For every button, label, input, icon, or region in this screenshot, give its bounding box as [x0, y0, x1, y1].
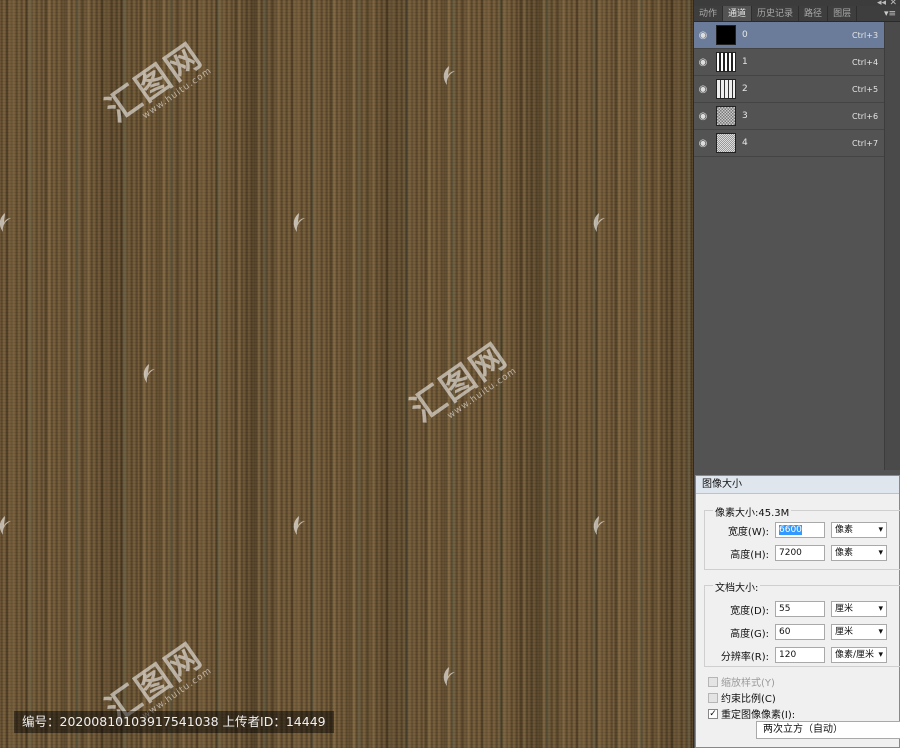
- document-size-group: 文档大小: 宽度(D): 55 厘米 高度(G): 60 厘米 分辨率(R): …: [704, 579, 900, 667]
- visibility-eye-icon[interactable]: ◉: [694, 111, 712, 122]
- tab-layers[interactable]: 图层: [828, 6, 858, 21]
- doc-height-unit-select[interactable]: 厘米: [831, 624, 887, 640]
- checkbox-box: [708, 676, 718, 687]
- image-caption: 编号：20200810103917541038 上传者ID：14449: [14, 711, 334, 733]
- channel-shortcut: Ctrl+4: [852, 57, 879, 67]
- channel-row-4[interactable]: ◉ 4 Ctrl+7: [694, 130, 884, 157]
- constrain-proportions-checkbox[interactable]: 约束比例(C): [708, 690, 776, 705]
- watermark-leaf-icon: [593, 213, 605, 232]
- scale-styles-checkbox[interactable]: 缩放样式(Y): [708, 674, 775, 689]
- channel-thumbnail: [716, 106, 736, 126]
- width-row: 宽度(W): 6600 像素: [705, 521, 887, 539]
- tab-actions[interactable]: 动作: [694, 6, 724, 21]
- channel-shortcut: Ctrl+7: [852, 138, 879, 148]
- channel-shortcut: Ctrl+6: [852, 111, 879, 121]
- doc-height-input[interactable]: 60: [775, 624, 825, 640]
- visibility-eye-icon[interactable]: ◉: [694, 84, 712, 95]
- resolution-unit-select[interactable]: 像素/厘米: [831, 647, 887, 663]
- watermark-leaf-icon: [293, 516, 305, 535]
- width-input[interactable]: 6600: [775, 522, 825, 538]
- visibility-eye-icon[interactable]: ◉: [694, 30, 712, 41]
- resolution-input[interactable]: 120: [775, 647, 825, 663]
- channel-row-1[interactable]: ◉ 1 Ctrl+4: [694, 49, 884, 76]
- panel-menu-icon[interactable]: ▾≡: [884, 6, 896, 22]
- watermark-leaf-icon: [293, 213, 305, 232]
- width-unit-select[interactable]: 像素: [831, 522, 887, 538]
- channel-shortcut: Ctrl+5: [852, 84, 879, 94]
- panel-tabs: 动作 通道 历史记录 路径 图层 ▾≡: [694, 6, 900, 22]
- doc-size-label: 文档大小:: [713, 579, 761, 594]
- height-row: 高度(H): 7200 像素: [705, 544, 887, 562]
- pixel-dimensions-group: 像素大小:45.3M 宽度(W): 6600 像素 高度(H): 7200 像素: [704, 504, 900, 570]
- checkbox-box: [708, 692, 718, 703]
- doc-width-row: 宽度(D): 55 厘米: [705, 600, 887, 618]
- watermark-leaf-icon: [443, 667, 455, 686]
- tab-channels[interactable]: 通道: [723, 6, 753, 21]
- watermark-leaf-icon: [593, 516, 605, 535]
- doc-width-input[interactable]: 55: [775, 601, 825, 617]
- watermark-leaf-icon: [0, 516, 11, 535]
- resample-checkbox[interactable]: ✓ 重定图像像素(I):: [708, 706, 795, 721]
- channel-thumbnail: [716, 133, 736, 153]
- watermark-leaf-icon: [0, 213, 11, 232]
- visibility-eye-icon[interactable]: ◉: [694, 57, 712, 68]
- channel-name: 0: [742, 30, 748, 40]
- watermark: 汇图网 www.huitu.com: [98, 35, 215, 131]
- visibility-eye-icon[interactable]: ◉: [694, 138, 712, 149]
- doc-height-label: 高度(G):: [730, 628, 769, 640]
- check-icon: ✓: [708, 708, 718, 719]
- doc-width-unit-select[interactable]: 厘米: [831, 601, 887, 617]
- tab-history[interactable]: 历史记录: [752, 6, 800, 21]
- pixel-size-label: 像素大小:45.3M: [713, 504, 792, 519]
- watermark-leaf-icon: [143, 364, 155, 383]
- watermark: 汇图网 www.huitu.com: [403, 335, 520, 431]
- doc-width-label: 宽度(D):: [730, 605, 769, 617]
- channel-row-2[interactable]: ◉ 2 Ctrl+5: [694, 76, 884, 103]
- channel-name: 2: [742, 84, 748, 94]
- channel-thumbnail: [716, 25, 736, 45]
- dialog-title: 图像大小: [696, 476, 899, 494]
- channel-shortcut: Ctrl+3: [852, 30, 879, 40]
- channel-name: 1: [742, 57, 748, 67]
- tab-paths[interactable]: 路径: [799, 6, 829, 21]
- resample-method-select[interactable]: 两次立方（自动）: [756, 721, 900, 739]
- image-size-dialog: 图像大小 像素大小:45.3M 宽度(W): 6600 像素 高度(H): 72…: [695, 475, 900, 748]
- width-label: 宽度(W):: [727, 526, 769, 538]
- resolution-label: 分辨率(R):: [720, 651, 769, 663]
- channel-thumbnail: [716, 79, 736, 99]
- channel-row-3[interactable]: ◉ 3 Ctrl+6: [694, 103, 884, 130]
- height-unit-select[interactable]: 像素: [831, 545, 887, 561]
- channel-thumbnail: [716, 52, 736, 72]
- height-label: 高度(H):: [730, 549, 769, 561]
- channel-name: 3: [742, 111, 748, 121]
- doc-height-row: 高度(G): 60 厘米: [705, 623, 887, 641]
- channel-row-0[interactable]: ◉ 0 Ctrl+3: [694, 22, 884, 49]
- watermark-leaf-icon: [443, 66, 455, 85]
- height-input[interactable]: 7200: [775, 545, 825, 561]
- resolution-row: 分辨率(R): 120 像素/厘米: [705, 646, 887, 664]
- fabric-canvas[interactable]: 汇图网 www.huitu.com 汇图网 www.huitu.com 汇图网 www…: [0, 0, 693, 748]
- channel-name: 4: [742, 138, 748, 148]
- panel-scrollbar[interactable]: [884, 22, 900, 470]
